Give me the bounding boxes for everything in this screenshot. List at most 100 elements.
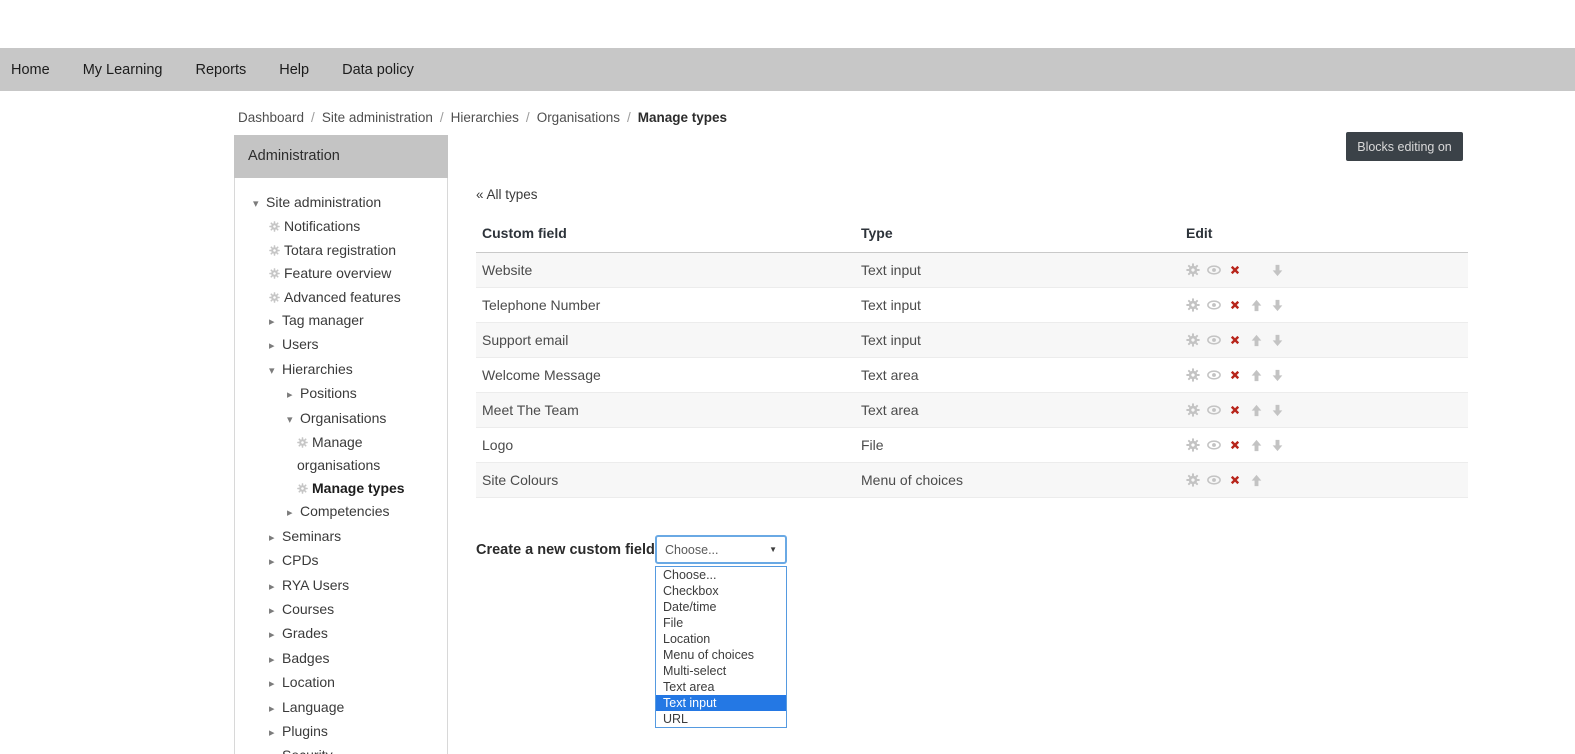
sidebar-item-manage-organisations[interactable]: Manage organisations [235,431,443,477]
administration-block: Administration ▾Site administrationNotif… [234,135,448,754]
move-down-icon[interactable] [1270,438,1284,452]
caret-right-icon[interactable]: ▸ [269,746,282,754]
gear-icon[interactable] [1186,298,1200,312]
move-up-icon[interactable] [1249,298,1263,312]
move-up-icon[interactable] [1249,403,1263,417]
eye-icon[interactable] [1207,403,1221,417]
caret-right-icon[interactable]: ▸ [269,673,282,695]
caret-right-icon[interactable]: ▸ [269,649,282,671]
caret-right-icon[interactable]: ▸ [269,698,282,720]
sidebar-item-positions[interactable]: ▸Positions [235,382,443,406]
move-down-icon[interactable] [1270,368,1284,382]
caret-down-icon[interactable]: ▾ [269,360,282,382]
move-up-icon[interactable] [1249,333,1263,347]
caret-right-icon[interactable]: ▸ [287,384,300,406]
nav-item-home[interactable]: Home [11,62,50,78]
caret-right-icon[interactable]: ▸ [269,527,282,549]
option-location[interactable]: Location [656,631,786,647]
sidebar-item-manage-types[interactable]: Manage types [235,477,443,500]
move-down-icon[interactable] [1270,333,1284,347]
sidebar-item-organisations[interactable]: ▾Organisations [235,407,443,431]
blocks-editing-button[interactable]: Blocks editing on [1346,132,1463,161]
caret-right-icon[interactable]: ▸ [269,551,282,573]
sidebar-item-totara-registration[interactable]: Totara registration [235,239,443,262]
caret-right-icon[interactable]: ▸ [269,311,282,333]
delete-icon[interactable] [1228,263,1242,277]
eye-icon[interactable] [1207,333,1221,347]
delete-icon[interactable] [1228,333,1242,347]
caret-down-icon[interactable]: ▾ [287,409,300,431]
nav-item-reports[interactable]: Reports [195,62,246,78]
sidebar-item-cpds[interactable]: ▸CPDs [235,549,443,573]
breadcrumb-link-hierarchies[interactable]: Hierarchies [451,110,519,125]
breadcrumb-link-organisations[interactable]: Organisations [537,110,620,125]
sidebar-item-plugins[interactable]: ▸Plugins [235,720,443,744]
gear-icon[interactable] [1186,473,1200,487]
breadcrumb-link-site-administration[interactable]: Site administration [322,110,433,125]
caret-right-icon[interactable]: ▸ [269,600,282,622]
delete-icon[interactable] [1228,403,1242,417]
sidebar-item-location[interactable]: ▸Location [235,671,443,695]
eye-icon[interactable] [1207,473,1221,487]
option-choose[interactable]: Choose... [656,567,786,583]
all-types-link[interactable]: « All types [476,187,538,202]
move-up-icon[interactable] [1249,473,1263,487]
caret-right-icon[interactable]: ▸ [269,335,282,357]
delete-icon[interactable] [1228,438,1242,452]
sidebar-item-rya-users[interactable]: ▸RYA Users [235,574,443,598]
sidebar-item-feature-overview[interactable]: Feature overview [235,262,443,285]
caret-right-icon[interactable]: ▸ [269,576,282,598]
sidebar-item-seminars[interactable]: ▸Seminars [235,525,443,549]
nav-item-data-policy[interactable]: Data policy [342,62,414,78]
eye-icon[interactable] [1207,263,1221,277]
move-down-icon[interactable] [1270,263,1284,277]
delete-icon[interactable] [1228,368,1242,382]
sidebar-item-competencies[interactable]: ▸Competencies [235,500,443,524]
gear-icon[interactable] [1186,438,1200,452]
option-text-area[interactable]: Text area [656,679,786,695]
sidebar-item-language[interactable]: ▸Language [235,696,443,720]
sidebar-item-security[interactable]: ▸Security [235,744,443,754]
option-multi-select[interactable]: Multi-select [656,663,786,679]
eye-icon[interactable] [1207,368,1221,382]
sidebar-item-grades[interactable]: ▸Grades [235,622,443,646]
sidebar-item-courses[interactable]: ▸Courses [235,598,443,622]
delete-icon[interactable] [1228,473,1242,487]
gear-icon[interactable] [1186,368,1200,382]
nav-item-my-learning[interactable]: My Learning [83,62,163,78]
table-row: Welcome MessageText area [476,358,1468,393]
sidebar-item-badges[interactable]: ▸Badges [235,647,443,671]
top-nav: Home My Learning Reports Help Data policy [0,48,1575,91]
eye-icon[interactable] [1207,298,1221,312]
option-menu-of-choices[interactable]: Menu of choices [656,647,786,663]
sidebar-item-notifications[interactable]: Notifications [235,215,443,238]
sidebar-item-site-administration[interactable]: ▾Site administration [235,191,443,215]
gear-icon[interactable] [1186,263,1200,277]
option-text-input[interactable]: Text input [656,695,786,711]
option-file[interactable]: File [656,615,786,631]
move-up-icon[interactable] [1249,438,1263,452]
caret-right-icon[interactable]: ▸ [269,722,282,744]
sidebar-item-hierarchies[interactable]: ▾Hierarchies [235,358,443,382]
caret-right-icon[interactable]: ▸ [269,624,282,646]
sidebar-item-users[interactable]: ▸Users [235,333,443,357]
option-date-time[interactable]: Date/time [656,599,786,615]
gear-icon[interactable] [1186,403,1200,417]
delete-icon[interactable] [1228,298,1242,312]
field-type-cell: Text input [855,323,1180,358]
move-down-icon[interactable] [1270,403,1284,417]
eye-icon[interactable] [1207,438,1221,452]
sidebar-item-tag-manager[interactable]: ▸Tag manager [235,309,443,333]
breadcrumb: Dashboard/Site administration/Hierarchie… [238,110,727,125]
move-down-icon[interactable] [1270,298,1284,312]
caret-right-icon[interactable]: ▸ [287,502,300,524]
field-type-select[interactable]: Choose... ▼ [655,535,787,564]
breadcrumb-link-dashboard[interactable]: Dashboard [238,110,304,125]
gear-icon[interactable] [1186,333,1200,347]
sidebar-item-advanced-features[interactable]: Advanced features [235,286,443,309]
option-url[interactable]: URL [656,711,786,727]
caret-down-icon[interactable]: ▾ [253,193,266,215]
option-checkbox[interactable]: Checkbox [656,583,786,599]
nav-item-help[interactable]: Help [279,62,309,78]
move-up-icon[interactable] [1249,368,1263,382]
